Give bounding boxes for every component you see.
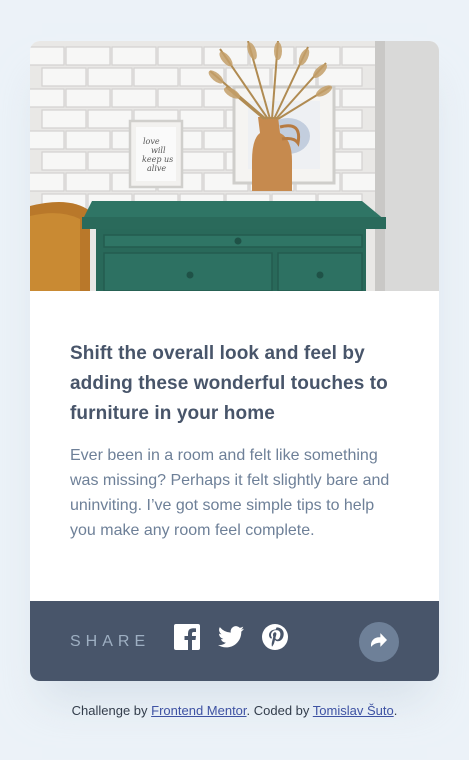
svg-text:will: will: [151, 146, 166, 155]
drawers-image: lovewillkeep usalive: [30, 41, 439, 291]
attribution: Challenge by Frontend Mentor. Coded by T…: [0, 703, 469, 718]
frontend-mentor-link[interactable]: Frontend Mentor: [151, 703, 246, 718]
attribution-prefix: Challenge by: [71, 703, 152, 718]
share-label: SHARE: [70, 633, 151, 650]
attribution-suffix: .: [393, 703, 398, 718]
twitter-icon[interactable]: [218, 626, 245, 648]
share-button[interactable]: [359, 622, 399, 662]
share-icon: [371, 632, 387, 652]
svg-text:love: love: [143, 137, 160, 146]
svg-text:keep us: keep us: [142, 155, 173, 164]
article-content: Shift the overall look and feel by addin…: [30, 291, 439, 601]
social-links: [174, 624, 289, 650]
article-description: Ever been in a room and felt like someth…: [70, 447, 390, 539]
svg-text:alive: alive: [147, 164, 166, 173]
attribution-middle: . Coded by: [246, 703, 313, 718]
share-bar: SHARE: [30, 601, 439, 681]
pinterest-icon[interactable]: [262, 624, 289, 650]
article-card: love will keep us alive Shift the overal…: [30, 41, 439, 681]
facebook-icon[interactable]: [174, 624, 201, 650]
author-link[interactable]: Tomislav Šuto: [313, 703, 394, 718]
article-title: Shift the overall look and feel by addin…: [70, 343, 388, 424]
